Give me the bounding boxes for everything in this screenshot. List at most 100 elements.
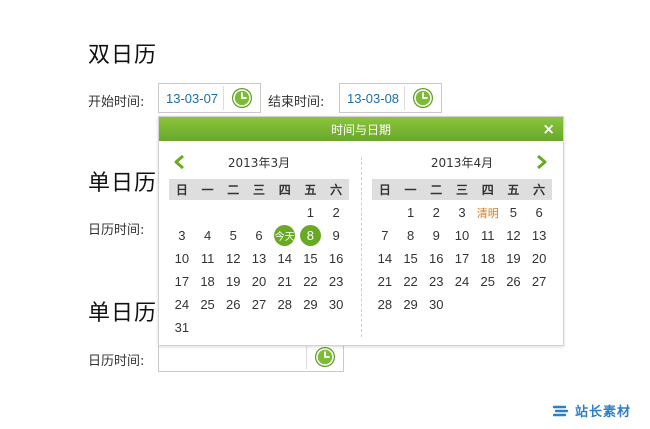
day-cell[interactable]: 5 [220, 224, 246, 247]
empty-day-cell [169, 201, 195, 224]
day-cell[interactable]: 13 [526, 224, 552, 247]
day-cell[interactable]: 1 [298, 201, 324, 224]
day-cell[interactable]: 2 [423, 201, 449, 224]
day-cell[interactable]: 18 [475, 247, 501, 270]
day-cell[interactable]: 8 [398, 224, 424, 247]
day-cell[interactable]: 8 [298, 224, 324, 247]
day-cell[interactable]: 12 [220, 247, 246, 270]
day-cell[interactable]: 清明 [475, 201, 501, 224]
day-cell[interactable]: 30 [423, 293, 449, 316]
logo-text: 站长素材 [575, 405, 632, 420]
section-title-double: 双日历 [88, 43, 158, 68]
month-panel-april: 2013年4月 日一二三四五六 1 2 3 清明 5 6 7 8 9 10 11 12 13 14 15 16… [372, 151, 552, 316]
day-cell[interactable]: 25 [195, 293, 221, 316]
day-cell[interactable]: 25 [475, 270, 501, 293]
end-clock-button[interactable] [405, 84, 441, 112]
day-cell[interactable]: 20 [246, 270, 272, 293]
weekday-label: 日 [175, 183, 188, 197]
day-cell[interactable]: 21 [372, 270, 398, 293]
day-cell[interactable]: 16 [423, 247, 449, 270]
day-cell[interactable]: 29 [298, 293, 324, 316]
end-date-field[interactable]: 13-03-08 [339, 83, 442, 113]
day-cell[interactable]: 22 [398, 270, 424, 293]
day-cell[interactable]: 24 [169, 293, 195, 316]
day-cell[interactable]: 13 [246, 247, 272, 270]
day-cell[interactable]: 22 [298, 270, 324, 293]
day-cell[interactable]: 3 [449, 201, 475, 224]
day-cell[interactable]: 3 [169, 224, 195, 247]
start-date-field[interactable]: 13-03-07 [158, 83, 261, 113]
start-clock-button[interactable] [224, 84, 260, 112]
day-cell[interactable]: 14 [272, 247, 298, 270]
month-panel-march: 2013年3月 日一二三四五六 1 2 3 4 5 6 今天 8 9 10 11 12 13 14 15 16… [169, 151, 349, 339]
day-cell[interactable]: 9 [423, 224, 449, 247]
day-cell[interactable]: 11 [195, 247, 221, 270]
day-cell[interactable]: 15 [398, 247, 424, 270]
day-cell[interactable]: 5 [501, 201, 527, 224]
empty-day-cell [372, 201, 398, 224]
clock-icon [315, 347, 335, 367]
day-cell[interactable]: 16 [323, 247, 349, 270]
day-cell[interactable]: 27 [526, 270, 552, 293]
day-grid: 1 2 3 4 5 6 今天 8 9 10 11 12 13 14 15 16 17 18 19 20 21 22 23 24… [169, 201, 349, 339]
day-cell[interactable]: 19 [220, 270, 246, 293]
day-cell[interactable]: 31 [169, 316, 195, 339]
empty-day-cell [220, 201, 246, 224]
weekday-label: 日 [378, 183, 391, 197]
day-cell[interactable]: 10 [169, 247, 195, 270]
weekday-label: 四 [278, 183, 291, 197]
empty-day-cell [195, 201, 221, 224]
day-cell[interactable]: 2 [323, 201, 349, 224]
day-cell[interactable]: 23 [423, 270, 449, 293]
chevron-left-icon[interactable] [173, 155, 187, 169]
day-cell[interactable]: 4 [195, 224, 221, 247]
calendar-time-label-2: 日历时间: [88, 354, 145, 369]
month-header: 2013年4月 [372, 151, 552, 173]
day-cell[interactable]: 12 [501, 224, 527, 247]
day-cell[interactable]: 26 [220, 293, 246, 316]
weekday-label: 一 [201, 183, 214, 197]
logo-swoosh-icon [553, 405, 569, 416]
day-cell[interactable]: 23 [323, 270, 349, 293]
day-cell[interactable]: 30 [323, 293, 349, 316]
day-cell[interactable]: 7 [372, 224, 398, 247]
calendar-clock-button[interactable] [307, 343, 343, 371]
day-cell[interactable]: 10 [449, 224, 475, 247]
day-cell[interactable]: 17 [169, 270, 195, 293]
day-cell[interactable]: 9 [323, 224, 349, 247]
weekday-label: 六 [330, 183, 343, 197]
close-icon[interactable]: × [542, 120, 555, 138]
end-time-label: 结束时间: [268, 95, 325, 110]
day-cell[interactable]: 14 [372, 247, 398, 270]
section-title-single-2: 单日历 [88, 301, 158, 326]
day-cell[interactable]: 1 [398, 201, 424, 224]
day-cell[interactable]: 11 [475, 224, 501, 247]
calendar-date-field[interactable] [158, 342, 344, 372]
day-cell[interactable]: 今天 [272, 224, 298, 247]
day-cell[interactable]: 18 [195, 270, 221, 293]
day-grid: 1 2 3 清明 5 6 7 8 9 10 11 12 13 14 15 16 17 18 19 20 21 22 23 24… [372, 201, 552, 316]
weekday-label: 二 [430, 183, 443, 197]
end-date-value[interactable]: 13-03-08 [340, 91, 404, 106]
day-cell[interactable]: 29 [398, 293, 424, 316]
day-cell[interactable]: 6 [246, 224, 272, 247]
clock-icon [413, 88, 433, 108]
day-cell[interactable]: 20 [526, 247, 552, 270]
day-cell[interactable]: 6 [526, 201, 552, 224]
start-date-value[interactable]: 13-03-07 [159, 91, 223, 106]
weekday-label: 三 [252, 183, 265, 197]
day-cell[interactable]: 26 [501, 270, 527, 293]
day-cell[interactable]: 28 [272, 293, 298, 316]
calendar-time-label-1: 日历时间: [88, 223, 145, 238]
day-cell[interactable]: 19 [501, 247, 527, 270]
chevron-right-icon[interactable] [534, 155, 548, 169]
day-cell[interactable]: 15 [298, 247, 324, 270]
day-cell[interactable]: 24 [449, 270, 475, 293]
weekday-label: 六 [533, 183, 546, 197]
weekday-label: 四 [481, 183, 494, 197]
day-cell[interactable]: 27 [246, 293, 272, 316]
day-cell[interactable]: 17 [449, 247, 475, 270]
day-cell[interactable]: 28 [372, 293, 398, 316]
day-cell[interactable]: 21 [272, 270, 298, 293]
weekday-label: 二 [227, 183, 240, 197]
